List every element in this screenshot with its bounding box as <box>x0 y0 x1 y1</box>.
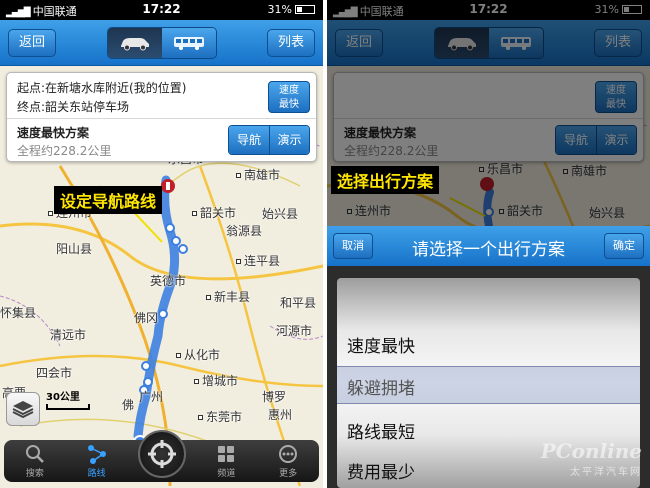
city-label: 清远市 <box>50 328 87 342</box>
layers-icon <box>12 401 34 419</box>
tab-more[interactable]: 更多 <box>257 440 319 482</box>
tab-label: 搜索 <box>25 468 44 479</box>
tab-label: 路线 <box>87 468 106 479</box>
city-label: 和平县 <box>280 296 317 310</box>
crosshair-icon <box>148 440 176 468</box>
watermark: PConline 太平洋汽车网 <box>541 439 642 478</box>
route-map-screen: ▂▄▆█ 中国联通 17:22 31% 返回 列表 南雄市 韶关市 始兴县 翁源… <box>0 0 323 488</box>
picker-option-selected[interactable]: 躲避拥堵 <box>347 374 415 399</box>
annotation-callout: 设定导航路线 <box>54 186 163 214</box>
fastest-preference-button[interactable]: 速度 最快 <box>268 81 310 113</box>
picker-option[interactable]: 速度最快 <box>347 332 415 357</box>
city-label: 惠州 <box>268 408 293 422</box>
tab-channel[interactable]: 频道 <box>195 440 257 482</box>
city-label: 佛冈 <box>134 311 159 325</box>
city-label: 东莞市 <box>198 408 242 425</box>
city-label: 博罗 <box>262 390 287 404</box>
modal-dim-overlay[interactable] <box>327 0 650 230</box>
clock: 17:22 <box>142 2 181 16</box>
status-bar: ▂▄▆█中国联通 17:22 31% <box>0 0 323 20</box>
picker-title: 请选择一个出行方案 <box>412 240 565 260</box>
route-info-card: 起点:在新塘水库附近(我的位置) 终点:韶关东站停车场 速度 最快 速度最快方案… <box>6 72 317 162</box>
city-label: 英德市 <box>150 274 187 288</box>
route-plan-row[interactable]: 速度最快方案 全程约228.2公里 导航 演示 <box>7 119 316 161</box>
destination-pin-icon <box>161 179 175 193</box>
city-label: 怀集县 <box>0 306 37 320</box>
watermark-brand: PConline <box>540 439 642 463</box>
picker-toolbar: 取消 请选择一个出行方案 确定 <box>327 226 650 266</box>
grid-icon <box>218 445 235 462</box>
watermark-site: 太平洋汽车网 <box>570 467 642 478</box>
map-layers-button[interactable] <box>6 392 40 426</box>
city-label: 始兴县 <box>262 207 299 221</box>
route-endpoints: 起点:在新塘水库附近(我的位置) 终点:韶关东站停车场 速度 最快 <box>7 73 316 119</box>
fast-label-line2: 最快 <box>279 99 299 110</box>
plan-distance: 全程约228.2公里 <box>17 144 112 158</box>
back-button[interactable]: 返回 <box>8 29 57 57</box>
route-actions: 导航 演示 <box>228 125 310 155</box>
picker-option[interactable]: 路线最短 <box>347 418 415 443</box>
city-label: 韶关市 <box>192 204 236 221</box>
transport-mode-selector <box>106 27 217 59</box>
city-label: 阳山县 <box>56 242 93 256</box>
end-point-text: 终点:韶关东站停车场 <box>17 100 130 114</box>
city-label: 连平县 <box>236 252 280 269</box>
city-label: 四会市 <box>36 366 73 380</box>
map-scale: 30公里 <box>46 388 90 410</box>
annotation-callout: 选择出行方案 <box>331 166 440 194</box>
car-mode-tab[interactable] <box>107 28 162 58</box>
search-icon <box>25 444 44 463</box>
fast-label-line1: 速度 <box>279 85 299 96</box>
plan-picker-wheel[interactable]: 速度最快 躲避拥堵 路线最短 费用最少 PConline 太平洋汽车网 <box>327 266 650 488</box>
city-label: 南雄市 <box>236 166 280 183</box>
battery-indicator: 31% <box>268 3 315 16</box>
demo-button[interactable]: 演示 <box>269 126 309 154</box>
more-icon <box>279 444 298 463</box>
bus-mode-tab[interactable] <box>161 28 216 58</box>
tab-route[interactable]: 路线 <box>66 440 128 482</box>
plan-picker-screen: ▂▄▆█中国联通 17:22 31% 返回 列表 <box>327 0 650 488</box>
car-icon <box>120 38 149 51</box>
route-icon <box>87 444 106 464</box>
navigate-button[interactable]: 导航 <box>229 126 269 154</box>
picker-confirm-button[interactable]: 确定 <box>604 233 644 259</box>
locate-button[interactable] <box>138 430 186 478</box>
tab-label: 更多 <box>279 468 298 479</box>
city-label: 翁源县 <box>226 224 263 238</box>
city-label: 河源市 <box>276 324 313 338</box>
bus-icon <box>173 37 204 50</box>
list-button[interactable]: 列表 <box>266 29 315 57</box>
plan-name: 速度最快方案 <box>17 126 90 140</box>
tab-label: 频道 <box>217 468 236 479</box>
carrier-label: ▂▄▆█中国联通 <box>6 5 77 18</box>
city-label: 佛 <box>122 398 135 412</box>
start-point-text: 起点:在新塘水库附近(我的位置) <box>17 81 187 95</box>
scale-label: 30公里 <box>46 392 80 403</box>
city-label: 从化市 <box>176 346 220 363</box>
city-label: 增城市 <box>194 372 238 389</box>
navigation-bar: 返回 列表 <box>0 20 323 66</box>
city-label: 新丰县 <box>206 288 250 305</box>
tab-search[interactable]: 搜索 <box>4 440 66 482</box>
picker-option[interactable]: 费用最少 <box>347 458 415 483</box>
city-label: 广州 <box>139 390 164 404</box>
